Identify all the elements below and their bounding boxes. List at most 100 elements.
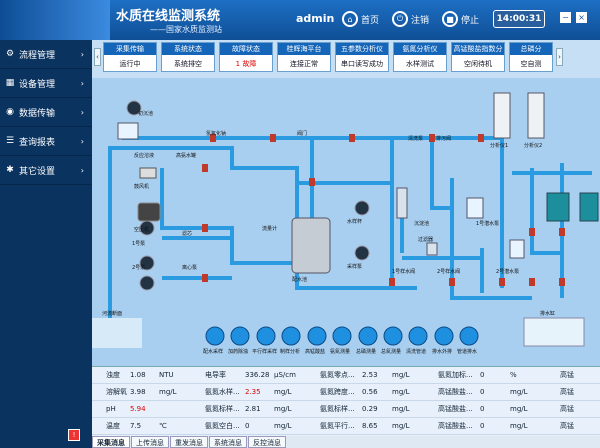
param-value: 7.5 [130, 422, 142, 430]
param-unit: mg/L [274, 405, 292, 413]
param-name: pH [106, 405, 116, 413]
pump-icon[interactable] [354, 245, 370, 261]
diagram-label: 高氨水罐 [176, 153, 197, 159]
round-button[interactable] [358, 326, 378, 346]
diagram-label: 分析仪2 [524, 143, 543, 149]
sidebar-item-label: 其它设置 [19, 166, 56, 177]
diagram-label: 流量计 [262, 226, 278, 232]
analyzer-cabinet[interactable] [527, 92, 545, 139]
device-icon: ▦ [5, 78, 15, 88]
tab-control-messages[interactable]: 反控消息 [248, 436, 286, 448]
param-value: 3.98 [130, 388, 146, 396]
round-button[interactable] [281, 326, 301, 346]
status-card[interactable]: 系统状态 系统排空 [161, 42, 215, 72]
round-button[interactable] [459, 326, 479, 346]
control-buttons[interactable] [205, 326, 479, 346]
logout-button[interactable]: ⏻ 注销 [392, 8, 429, 30]
sidebar-item-flow[interactable]: ⚙ 流程管理 › [0, 40, 92, 69]
button-label: 高锰酸盐 [305, 349, 326, 355]
pump-icon[interactable] [354, 200, 370, 216]
filter-column[interactable] [396, 187, 408, 219]
round-button[interactable] [205, 326, 225, 346]
sample-cup[interactable] [509, 239, 525, 259]
analyzer-cabinet[interactable] [493, 92, 511, 139]
round-button[interactable] [230, 326, 250, 346]
valve-icon[interactable] [499, 278, 505, 286]
button-label: 总磷测量 [356, 349, 377, 355]
valve-icon[interactable] [478, 134, 484, 142]
param-name: 氨氮加标... [438, 371, 473, 379]
valve-icon[interactable] [270, 134, 276, 142]
round-button[interactable] [307, 326, 327, 346]
reagent-rack[interactable] [546, 192, 570, 222]
round-button[interactable] [383, 326, 403, 346]
clock-display: 14:00:31 [493, 10, 545, 28]
status-card[interactable]: 总磷分 空自测 [509, 42, 553, 72]
valve-icon[interactable] [202, 164, 208, 172]
blower-icon[interactable] [139, 167, 157, 179]
status-card[interactable]: 桂辉海平台 连接正常 [277, 42, 331, 72]
valve-icon[interactable] [202, 274, 208, 282]
reaction-tank[interactable] [291, 217, 331, 274]
round-button[interactable] [434, 326, 454, 346]
cards-prev-button[interactable]: ‹ [94, 48, 101, 66]
sample-tank[interactable] [117, 122, 139, 140]
valve-icon[interactable] [559, 228, 565, 236]
diagram-label: 2号样水阀 [437, 269, 461, 275]
status-card[interactable]: 高锰酸盐指数分析仪 空闲待机 [451, 42, 505, 72]
minimize-icon[interactable]: − [560, 12, 571, 23]
sidebar-item-report[interactable]: ☰ 查询报表 › [0, 127, 92, 156]
stop-button[interactable]: ■ 停止 [442, 8, 479, 30]
tab-system-messages[interactable]: 系统消息 [209, 436, 247, 448]
round-button[interactable] [332, 326, 352, 346]
sidebar-item-label: 设备管理 [19, 79, 56, 90]
funnel-icon[interactable] [426, 242, 438, 256]
valve-icon[interactable] [529, 278, 535, 286]
sidebar-item-label: 流程管理 [19, 50, 56, 61]
button-label: 清洗管道 [406, 349, 427, 355]
home-button[interactable]: ⌂ 首页 [342, 8, 379, 30]
valve-icon[interactable] [202, 224, 208, 232]
valve-icon[interactable] [389, 278, 395, 286]
close-icon[interactable]: × [576, 12, 587, 23]
sidebar-item-device[interactable]: ▦ 设备管理 › [0, 69, 92, 98]
param-unit: mg/L [392, 422, 410, 430]
param-unit: mg/L [510, 388, 528, 396]
sidebar-item-transfer[interactable]: ◉ 数据传输 › [0, 98, 92, 127]
valve-icon[interactable] [559, 278, 565, 286]
reagent-rack[interactable] [579, 192, 599, 222]
param-value: 0 [480, 405, 485, 413]
tab-upload-messages[interactable]: 上传消息 [131, 436, 169, 448]
valve-icon[interactable] [349, 134, 355, 142]
diagram-label: 初沉池 [138, 111, 154, 117]
diagram-label: 1号泵 [132, 241, 146, 247]
drain-tank[interactable] [523, 317, 585, 347]
sample-cup[interactable] [466, 197, 484, 219]
valve-icon[interactable] [309, 178, 315, 186]
round-button[interactable] [256, 326, 276, 346]
button-label: 总氮测量 [381, 349, 402, 355]
button-label: 制样分析 [280, 349, 301, 355]
valve-icon[interactable] [529, 228, 535, 236]
status-card[interactable]: 五参数分析仪 串口读写成功 [335, 42, 389, 72]
cards-next-button[interactable]: › [556, 48, 563, 66]
round-button[interactable] [408, 326, 428, 346]
tab-resend-messages[interactable]: 重发消息 [170, 436, 208, 448]
pump-icon[interactable] [139, 275, 155, 291]
param-unit: μS/cm [274, 371, 296, 379]
valve-icon[interactable] [449, 278, 455, 286]
tab-collect-messages[interactable]: 采集消息 [92, 436, 130, 448]
diagram-label: 空压机 [134, 227, 150, 233]
diagram-label: 采样泵 [347, 264, 363, 270]
valve-icon[interactable] [429, 134, 435, 142]
alarm-icon[interactable]: ! [68, 429, 80, 441]
sidebar-item-settings[interactable]: ✱ 其它设置 › [0, 156, 92, 185]
brand-logo [0, 0, 110, 40]
param-value: 0 [480, 388, 485, 396]
status-card[interactable]: 故障状态 1 故障 [219, 42, 273, 72]
compressor-icon[interactable] [137, 202, 161, 222]
status-card[interactable]: 采集传输 运行中 [103, 42, 157, 72]
button-label: 平行样采样 [252, 349, 278, 355]
param-value: 2.35 [245, 388, 261, 396]
status-card[interactable]: 氨氮分析仪 水样测试 [393, 42, 447, 72]
